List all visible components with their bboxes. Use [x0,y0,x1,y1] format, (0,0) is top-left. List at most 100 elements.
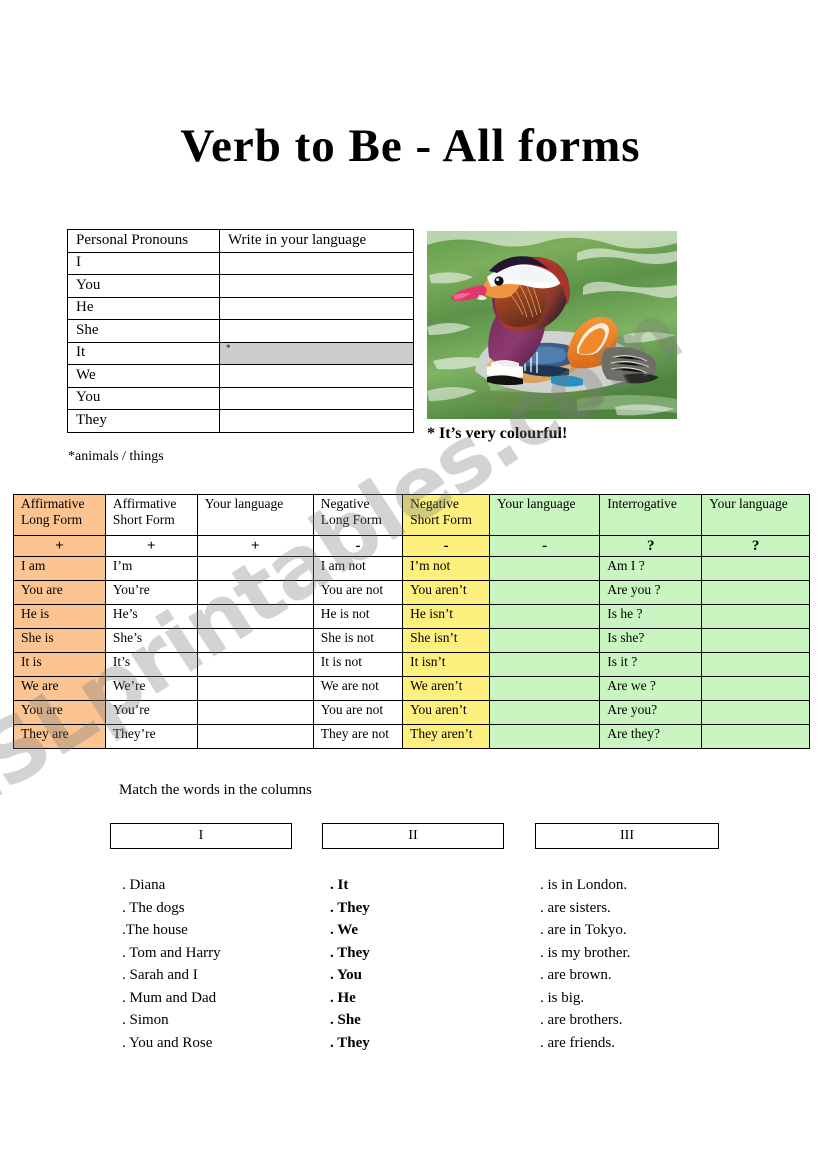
cell-your-language-3[interactable] [701,580,810,606]
translation-input-cell[interactable] [219,386,414,410]
list-item[interactable]: . He [330,987,370,1010]
cell-negative-short: You aren’t [402,580,491,606]
cell-your-language-3[interactable] [701,652,810,678]
cell-interrogative: Are you? [599,700,703,726]
list-item[interactable]: . are brothers. [540,1009,630,1032]
translation-input-cell[interactable] [219,409,414,433]
list-item[interactable]: . It [330,874,370,897]
list-item[interactable]: . You [330,964,370,987]
cell-your-language-3[interactable] [701,724,810,750]
cell-your-language-2[interactable] [489,628,601,654]
list-item[interactable]: . Simon [122,1009,221,1032]
symbol-negative-short: - [402,534,491,558]
cell-your-language-1[interactable] [196,700,314,726]
symbol-negative-long: - [312,534,404,558]
translation-input-cell-it[interactable]: * [219,341,414,365]
match-instruction: Match the words in the columns [119,782,312,798]
list-item[interactable]: . We [330,919,370,942]
cell-your-language-1[interactable] [196,628,314,654]
cell-affirmative-long: We are [13,676,106,702]
table-row: You are You’re You are not You aren’t Ar… [13,700,810,726]
list-item[interactable]: . are in Tokyo. [540,919,630,942]
cell-affirmative-short: They’re [104,724,198,750]
cell-negative-long: It is not [312,652,404,678]
list-item[interactable]: . You and Rose [122,1032,221,1055]
pronoun-cell: She [67,319,220,343]
cell-negative-short: I’m not [402,556,491,582]
cell-your-language-2[interactable] [489,676,601,702]
cell-your-language-2[interactable] [489,580,601,606]
cell-your-language-3[interactable] [701,556,810,582]
cell-affirmative-short: We’re [104,676,198,702]
translation-input-cell[interactable] [219,296,414,320]
translation-input-cell[interactable] [219,274,414,298]
table-row: He [67,296,414,320]
cell-your-language-2[interactable] [489,724,601,750]
cell-negative-short: She isn’t [402,628,491,654]
list-item[interactable]: . is big. [540,987,630,1010]
list-item[interactable]: . Tom and Harry [122,942,221,965]
cell-your-language-1[interactable] [196,724,314,750]
asterisk-marker: * [226,342,231,353]
page-title: Verb to Be - All forms [180,120,641,172]
cell-interrogative: Are they? [599,724,703,750]
pronoun-cell: I [67,251,220,275]
cell-affirmative-long: I am [13,556,106,582]
cell-your-language-2[interactable] [489,652,601,678]
list-item[interactable]: . Diana [122,874,221,897]
cell-your-language-1[interactable] [196,676,314,702]
cell-negative-long: We are not [312,676,404,702]
cell-negative-short: He isn’t [402,604,491,630]
list-item[interactable]: . is in London. [540,874,630,897]
match-column-header-3: III [535,823,719,849]
cell-your-language-3[interactable] [701,604,810,630]
cell-your-language-1[interactable] [196,556,314,582]
cell-your-language-3[interactable] [701,628,810,654]
cell-your-language-1[interactable] [196,652,314,678]
header-line-1: Your language [497,496,576,511]
cell-affirmative-long: You are [13,700,106,726]
cell-your-language-1[interactable] [196,580,314,606]
list-item[interactable]: . is my brother. [540,942,630,965]
cell-negative-short: We aren’t [402,676,491,702]
cell-your-language-3[interactable] [701,676,810,702]
cell-your-language-1[interactable] [196,604,314,630]
table-row: I [67,251,414,275]
list-item[interactable]: . are brown. [540,964,630,987]
list-item[interactable]: . are sisters. [540,897,630,920]
header-your-language-1: Your language [196,494,314,536]
header-affirmative-short: Affirmative Short Form [104,494,198,536]
cell-interrogative: Are we ? [599,676,703,702]
header-your-language-3: Your language [701,494,810,536]
list-item[interactable]: . They [330,897,370,920]
cell-affirmative-long: You are [13,580,106,606]
cell-your-language-2[interactable] [489,700,601,726]
pronoun-header: Personal Pronouns [67,229,220,253]
list-item[interactable]: . Mum and Dad [122,987,221,1010]
list-item[interactable]: . The dogs [122,897,221,920]
translation-input-cell[interactable] [219,251,414,275]
list-item[interactable]: . They [330,1032,370,1055]
list-item[interactable]: . are friends. [540,1032,630,1055]
cell-negative-long: They are not [312,724,404,750]
pronoun-footnote: *animals / things [68,449,164,464]
pronoun-cell: We [67,364,220,388]
list-item[interactable]: . Sarah and I [122,964,221,987]
symbol-affirmative-long: + [13,534,106,558]
list-item[interactable]: .The house [122,919,221,942]
cell-affirmative-long: It is [13,652,106,678]
match-list-column-3: . is in London. . are sisters. . are in … [540,874,630,1054]
cell-your-language-2[interactable] [489,604,601,630]
translation-input-cell[interactable] [219,364,414,388]
cell-your-language-3[interactable] [701,700,810,726]
list-item[interactable]: . They [330,942,370,965]
header-line-2: Short Form [112,512,175,528]
table-row: She [67,319,414,343]
cell-your-language-2[interactable] [489,556,601,582]
translation-header: Write in your language [219,229,414,253]
list-item[interactable]: . She [330,1009,370,1032]
translation-input-cell[interactable] [219,319,414,343]
header-affirmative-long: Affirmative Long Form [13,494,106,536]
header-line-1: Negative [320,496,370,511]
cell-affirmative-short: You’re [104,580,198,606]
